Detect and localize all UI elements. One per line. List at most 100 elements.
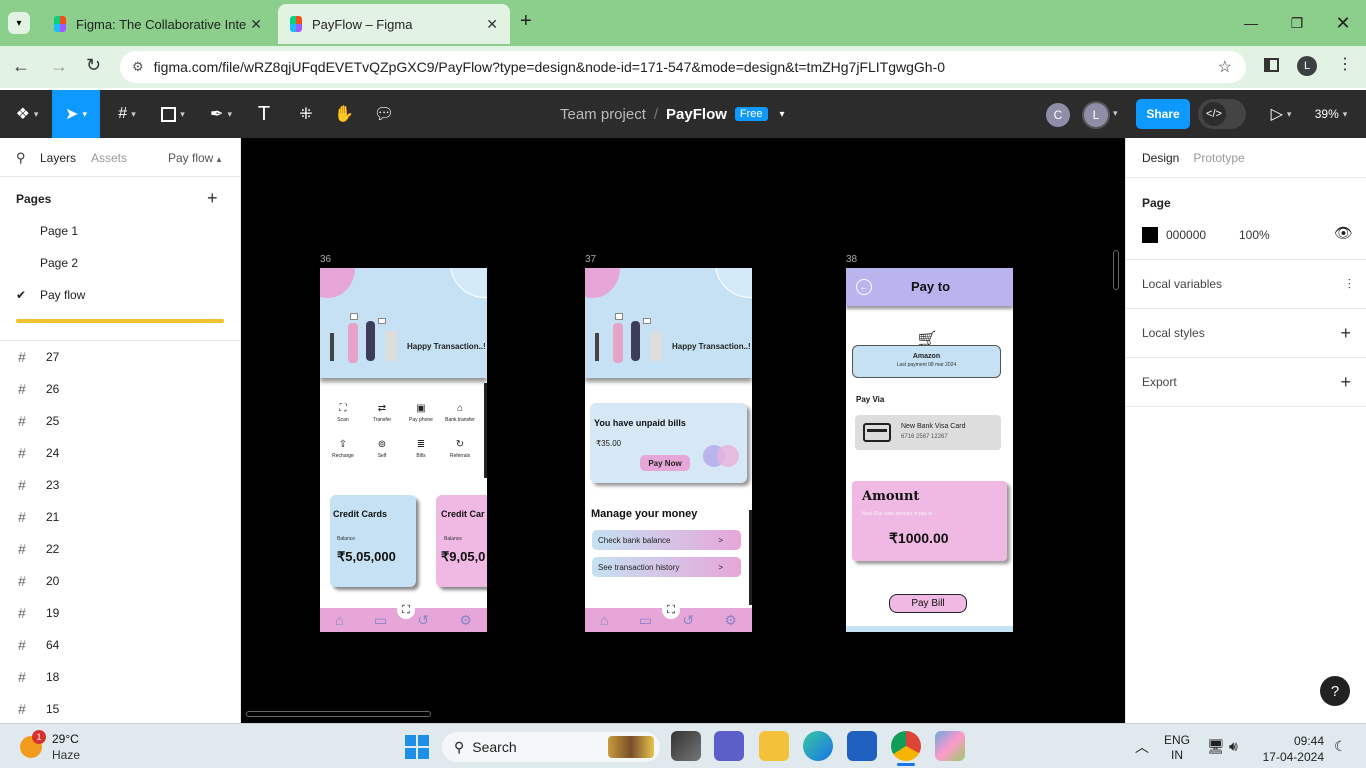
share-button[interactable]: Share xyxy=(1136,99,1190,129)
frame-36[interactable]: Happy Transaction..! ⛶ Scan ⇄ Transfer ▣ Pay … xyxy=(320,268,487,632)
history-icon[interactable]: ↺ xyxy=(417,612,429,629)
notifications-icon[interactable]: ☾ xyxy=(1334,738,1347,755)
browser-tab-2[interactable]: PayFlow – Figma ✕ xyxy=(278,4,510,44)
cards-icon[interactable]: ▭ xyxy=(374,612,387,629)
forward-icon[interactable]: → xyxy=(50,56,68,77)
bg-color-swatch[interactable] xyxy=(1142,227,1158,243)
chrome-icon[interactable] xyxy=(891,731,921,761)
task-view-icon[interactable] xyxy=(671,731,701,761)
tab-assets[interactable]: Assets xyxy=(91,151,127,165)
resources-button[interactable]: ⁜ xyxy=(290,90,322,138)
tab-prototype[interactable]: Prototype xyxy=(1193,151,1244,165)
vertical-scrollbar[interactable] xyxy=(1113,250,1119,290)
address-bar[interactable]: ⚙ figma.com/file/wRZ8qjUFqdEVETvQZpGXC9/… xyxy=(120,51,1246,83)
file-explorer-icon[interactable] xyxy=(759,731,789,761)
frame-37[interactable]: Happy Transaction..! You have unpaid bil… xyxy=(585,268,752,632)
back-icon[interactable]: ← xyxy=(12,56,30,77)
layer-item[interactable]: #18 xyxy=(0,661,240,693)
teams-icon[interactable] xyxy=(714,731,744,761)
main-menu-button[interactable]: ❖ ▾ xyxy=(8,90,46,138)
layer-item[interactable]: #25 xyxy=(0,405,240,437)
weather-widget[interactable]: 1 29°C Haze xyxy=(16,730,116,764)
edge-icon[interactable] xyxy=(803,731,833,761)
paint-icon[interactable] xyxy=(935,731,965,761)
language-indicator[interactable]: ENG IN xyxy=(1164,733,1190,763)
frame-tool-button[interactable]: # ▾ xyxy=(106,90,148,138)
frame-38[interactable]: ← Pay to 🛒︎ Amazon Last payment 08 mar 2… xyxy=(846,268,1013,632)
avatar[interactable]: C xyxy=(1046,103,1070,127)
file-breadcrumb[interactable]: Team project / PayFlow Free ▾ xyxy=(560,90,790,138)
pay-bill-button[interactable]: Pay Bill xyxy=(889,594,967,613)
unpaid-bills-card[interactable]: You have unpaid bills ₹35.00 Pay Now xyxy=(590,403,747,483)
layer-item[interactable]: #27 xyxy=(0,341,240,373)
zoom-control[interactable]: 39% ▾ xyxy=(1306,90,1356,138)
settings-icon[interactable]: ⚙ xyxy=(724,612,737,629)
chevron-down-icon[interactable]: ▾ xyxy=(1113,108,1118,119)
quick-action[interactable]: ↻ Referrals xyxy=(441,439,479,459)
help-button[interactable]: ? xyxy=(1320,676,1350,706)
local-styles-section[interactable]: Local styles + xyxy=(1126,309,1366,358)
variables-icon[interactable]: ⫶ xyxy=(1348,276,1352,293)
shape-tool-button[interactable]: ▾ xyxy=(152,90,194,138)
taskbar-search[interactable]: ⚲ Search xyxy=(442,732,660,762)
local-variables-section[interactable]: Local variables ⫶ xyxy=(1126,260,1366,309)
fullscreen-icon[interactable]: ⛶ xyxy=(662,601,680,619)
layer-item[interactable]: #21 xyxy=(0,501,240,533)
dev-mode-toggle[interactable]: </> xyxy=(1198,99,1246,129)
home-icon[interactable]: ⌂ xyxy=(600,612,608,628)
close-tab-icon[interactable]: ✕ xyxy=(250,16,262,33)
site-info-icon[interactable]: ⚙ xyxy=(132,59,144,75)
close-window-icon[interactable]: ✕ xyxy=(1320,0,1366,46)
add-page-button[interactable]: + xyxy=(207,188,218,209)
home-icon[interactable]: ⌂ xyxy=(335,612,343,628)
layer-item[interactable]: #15 xyxy=(0,693,240,725)
quick-action[interactable]: ≣ Bills xyxy=(402,439,440,459)
present-button[interactable]: ▷ ▾ xyxy=(1262,90,1300,138)
settings-icon[interactable]: ⚙ xyxy=(459,612,472,629)
bg-color-hex[interactable]: 000000 xyxy=(1166,228,1206,242)
layer-item[interactable]: #64 xyxy=(0,629,240,661)
team-name[interactable]: Team project xyxy=(560,106,646,123)
tab-design[interactable]: Design xyxy=(1142,151,1179,165)
layer-item[interactable]: #22 xyxy=(0,533,240,565)
fullscreen-icon[interactable]: ⛶ xyxy=(397,601,415,619)
network-icon[interactable]: 🖥︎ xyxy=(1207,738,1225,755)
bank-card-option[interactable]: New Bank Visa Card 6716 2567 12267 xyxy=(855,415,1001,450)
eye-icon[interactable]: 👁︎ xyxy=(1334,224,1353,242)
quick-action[interactable]: ⊚ Self xyxy=(363,439,401,459)
clock[interactable]: 09:44 17-04-2024 xyxy=(1258,733,1324,765)
chevron-down-icon[interactable]: ▾ xyxy=(780,109,785,120)
check-balance-link[interactable]: Check bank balance > xyxy=(592,530,741,550)
credit-card[interactable]: Credit Car Balance ₹9,05,0 xyxy=(436,495,487,587)
credit-card[interactable]: Credit Cards Balance ₹5,05,000 xyxy=(330,495,416,587)
file-name[interactable]: PayFlow xyxy=(666,106,727,123)
add-style-icon[interactable]: + xyxy=(1340,323,1351,344)
frame-label[interactable]: 38 xyxy=(846,254,857,265)
quick-action[interactable]: ⛶ Scan xyxy=(324,403,362,423)
layer-item[interactable]: #19 xyxy=(0,597,240,629)
browser-tab-1[interactable]: Figma: The Collaborative Interf ✕ xyxy=(42,4,274,44)
merchant-card[interactable]: Amazon Last payment 08 mar 2024 xyxy=(852,345,1001,378)
move-tool-button[interactable]: ➤ ▾ xyxy=(52,90,100,138)
frame-label[interactable]: 37 xyxy=(585,254,596,265)
bg-opacity[interactable]: 100% xyxy=(1239,228,1270,242)
history-icon[interactable]: ↺ xyxy=(682,612,694,629)
reload-icon[interactable]: ↻ xyxy=(86,55,101,76)
page-item-active[interactable]: Pay flow xyxy=(40,288,85,302)
restore-icon[interactable]: ❐ xyxy=(1274,0,1320,46)
chevron-up-icon[interactable]: ︿ xyxy=(1135,737,1149,757)
pay-now-button[interactable]: Pay Now xyxy=(640,455,690,471)
start-button[interactable] xyxy=(405,735,429,759)
layer-item[interactable]: #24 xyxy=(0,437,240,469)
quick-action[interactable]: ▣ Pay phone xyxy=(402,403,440,423)
bookmark-star-icon[interactable]: ☆ xyxy=(1218,57,1232,77)
page-item[interactable]: Page 2 xyxy=(40,256,78,270)
cards-icon[interactable]: ▭ xyxy=(639,612,652,629)
page-item[interactable]: Page 1 xyxy=(40,224,78,238)
close-tab-icon[interactable]: ✕ xyxy=(486,16,498,33)
layer-item[interactable]: #23 xyxy=(0,469,240,501)
export-section[interactable]: Export + xyxy=(1126,358,1366,407)
panel-resize-handle[interactable] xyxy=(16,319,224,323)
quick-action[interactable]: ⌂ Bank transfer xyxy=(441,403,479,423)
minimize-icon[interactable]: — xyxy=(1228,0,1274,46)
